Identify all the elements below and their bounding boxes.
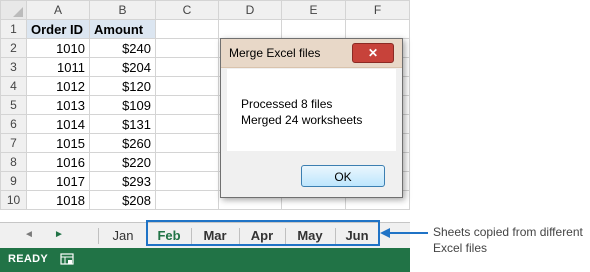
cell[interactable]	[155, 76, 219, 96]
cell[interactable]: 1017	[26, 171, 90, 191]
ok-button[interactable]: OK	[301, 165, 385, 187]
cell[interactable]: 1015	[26, 133, 90, 153]
tab-jan[interactable]: Jan	[100, 225, 146, 247]
column-header-row: A B C D E F	[0, 0, 410, 20]
row-header[interactable]: 5	[0, 95, 27, 115]
row-header[interactable]: 6	[0, 114, 27, 134]
cell[interactable]: Amount	[89, 19, 156, 39]
cell[interactable]	[155, 19, 219, 39]
cell[interactable]: $293	[89, 171, 156, 191]
cell[interactable]	[281, 19, 346, 39]
cell[interactable]: 1018	[26, 190, 90, 210]
cell[interactable]: $240	[89, 38, 156, 58]
dialog-message-line: Merged 24 worksheets	[241, 113, 363, 127]
cell[interactable]	[218, 19, 282, 39]
cell[interactable]: $220	[89, 152, 156, 172]
copied-sheets-highlight	[146, 220, 380, 246]
cell[interactable]: $204	[89, 57, 156, 77]
merge-dialog: Merge Excel files ✕ Processed 8 files Me…	[220, 38, 403, 198]
column-header[interactable]: A	[26, 0, 90, 20]
cell[interactable]: 1012	[26, 76, 90, 96]
macro-record-icon[interactable]	[60, 252, 74, 266]
row-header[interactable]: 8	[0, 152, 27, 172]
cell[interactable]	[155, 114, 219, 134]
cell[interactable]	[155, 133, 219, 153]
cell[interactable]	[155, 171, 219, 191]
cell[interactable]	[155, 57, 219, 77]
row-header[interactable]: 2	[0, 38, 27, 58]
cell[interactable]: $260	[89, 133, 156, 153]
cell[interactable]	[155, 95, 219, 115]
column-header[interactable]: E	[281, 0, 346, 20]
dialog-titlebar[interactable]: Merge Excel files ✕	[221, 39, 402, 68]
cell[interactable]	[155, 190, 219, 210]
annotation-label: Sheets copied from different Excel files	[433, 225, 583, 255]
cell[interactable]: Order ID	[26, 19, 90, 39]
column-header[interactable]: D	[218, 0, 282, 20]
tab-divider	[98, 228, 99, 244]
dialog-message-area: Processed 8 files Merged 24 worksheets	[227, 69, 396, 151]
column-header[interactable]: F	[345, 0, 410, 20]
cell[interactable]: 1016	[26, 152, 90, 172]
cell[interactable]: 1014	[26, 114, 90, 134]
row-header[interactable]: 1	[0, 19, 27, 39]
cell[interactable]: 1010	[26, 38, 90, 58]
cell[interactable]: $120	[89, 76, 156, 96]
cell[interactable]: $208	[89, 190, 156, 210]
select-all-corner[interactable]	[0, 0, 27, 20]
status-bar: READY	[0, 248, 410, 272]
cell[interactable]	[155, 38, 219, 58]
row-header[interactable]: 7	[0, 133, 27, 153]
row-header[interactable]: 4	[0, 76, 27, 96]
dialog-title: Merge Excel files	[229, 46, 321, 60]
row-header[interactable]: 3	[0, 57, 27, 77]
status-ready-text: READY	[8, 253, 49, 265]
cell[interactable]	[155, 152, 219, 172]
row-header[interactable]: 10	[0, 190, 27, 210]
scroll-tabs-right-icon[interactable]: ►	[54, 229, 64, 240]
annotation-arrow-icon	[380, 228, 428, 238]
column-header[interactable]: B	[89, 0, 156, 20]
close-button[interactable]: ✕	[352, 43, 394, 63]
cell[interactable]: 1013	[26, 95, 90, 115]
cell[interactable]: $109	[89, 95, 156, 115]
scroll-tabs-left-icon[interactable]: ◄	[24, 229, 34, 240]
row-header[interactable]: 9	[0, 171, 27, 191]
cell[interactable]: $131	[89, 114, 156, 134]
cell[interactable]: 1011	[26, 57, 90, 77]
cell[interactable]	[345, 19, 410, 39]
dialog-message-line: Processed 8 files	[241, 97, 333, 111]
table-row: 1 Order ID Amount	[0, 19, 410, 39]
column-header[interactable]: C	[155, 0, 219, 20]
